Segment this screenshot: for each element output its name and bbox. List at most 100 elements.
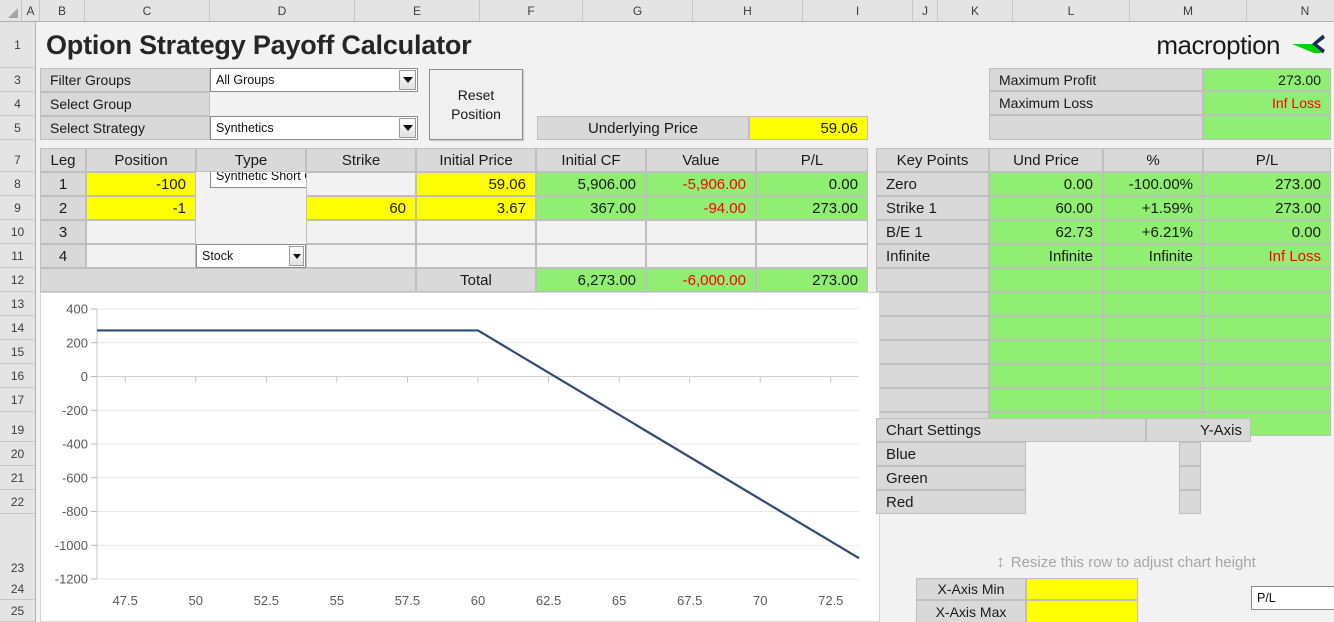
column-header-H[interactable]: H	[693, 0, 803, 21]
key-point-pct	[1103, 316, 1203, 340]
leg-position-input[interactable]: -100	[86, 172, 196, 196]
column-header-A[interactable]: A	[22, 0, 40, 21]
key-points-header-pl: P/L	[1203, 148, 1331, 172]
key-point-pct	[1103, 292, 1203, 316]
leg-pl: 273.00	[756, 196, 868, 220]
leg-type-dropdown[interactable]: Stock	[196, 244, 306, 268]
leg-initial-cf	[536, 220, 646, 244]
select-all-corner[interactable]	[0, 0, 22, 21]
chart-x-tick-label: 60	[471, 593, 485, 608]
key-point-pl	[1203, 292, 1331, 316]
row-header-14[interactable]: 14	[0, 316, 35, 340]
leg-value: -94.00	[646, 196, 756, 220]
row-header-13[interactable]: 13	[0, 292, 35, 316]
chart-x-tick-label: 50	[189, 593, 203, 608]
column-header-J[interactable]: J	[913, 0, 938, 21]
x-axis-min-input[interactable]	[1026, 578, 1138, 600]
row-header-9[interactable]: 9	[0, 196, 35, 220]
chart-settings-gap-blue	[1179, 442, 1201, 466]
chart-x-tick-label: 72.5	[818, 593, 843, 608]
key-point-und-price	[989, 364, 1103, 388]
leg-number: 1	[40, 172, 86, 196]
column-header-K[interactable]: K	[938, 0, 1013, 21]
row-header-1[interactable]: 1	[0, 22, 35, 68]
row-header-12[interactable]: 12	[0, 268, 35, 292]
reset-position-button[interactable]: Reset Position	[429, 69, 523, 140]
row-header-25[interactable]: 25	[0, 600, 35, 622]
row-header-24[interactable]: 24	[0, 578, 35, 600]
leg-initial-price-input[interactable]: 59.06	[416, 172, 536, 196]
key-points-header-pct: %	[1103, 148, 1203, 172]
chart-y-tick-label: -1000	[55, 538, 88, 553]
row-header-10[interactable]: 10	[0, 220, 35, 244]
column-header-F[interactable]: F	[480, 0, 583, 21]
row-header-4[interactable]: 4	[0, 92, 35, 116]
key-point-und-price: 0.00	[989, 172, 1103, 196]
column-header-L[interactable]: L	[1013, 0, 1130, 21]
brand-logo: macroption	[1156, 22, 1328, 68]
chart-y-tick-label: -1200	[55, 572, 88, 587]
chart-series-label-blue: Blue	[876, 442, 1026, 466]
chart-y-tick-label: -600	[62, 470, 88, 485]
key-point-pct: -100.00%	[1103, 172, 1203, 196]
reset-button-line2: Position	[451, 105, 501, 122]
chart-settings-gap-red	[1179, 490, 1201, 514]
row-header-22[interactable]: 22	[0, 490, 35, 514]
leg-pl: 0.00	[756, 172, 868, 196]
leg-initial-price-input[interactable]: 3.67	[416, 196, 536, 220]
column-header-E[interactable]: E	[355, 0, 480, 21]
leg-position-input[interactable]: -1	[86, 196, 196, 220]
y-axis-dropdown[interactable]: P/L	[1251, 586, 1334, 610]
filter-groups-value: All Groups	[216, 73, 275, 87]
chart-y-tick-label: -200	[62, 403, 88, 418]
underlying-price-input[interactable]: 59.06	[749, 116, 868, 140]
row-header-8[interactable]: 8	[0, 172, 35, 196]
column-header-I[interactable]: I	[803, 0, 913, 21]
row-header-11[interactable]: 11	[0, 244, 35, 268]
page-title: Option Strategy Payoff Calculator	[46, 29, 472, 60]
row-header-5[interactable]: 5	[0, 116, 35, 140]
x-axis-max-input[interactable]	[1026, 600, 1138, 622]
column-header-C[interactable]: C	[85, 0, 210, 21]
column-header-D[interactable]: D	[210, 0, 355, 21]
row-header-23[interactable]: 23	[0, 556, 35, 580]
row-header-19[interactable]: 19	[0, 418, 35, 442]
max-profit-label: Maximum Profit	[989, 68, 1203, 91]
column-header-M[interactable]: M	[1130, 0, 1247, 21]
chart-y-tick-label: 0	[81, 369, 88, 384]
row-header-17[interactable]: 17	[0, 388, 35, 412]
leg-position-input	[86, 220, 196, 244]
chevron-down-icon[interactable]	[399, 70, 416, 90]
leg-strike-input[interactable]: 60	[306, 196, 416, 220]
chevron-down-icon[interactable]	[399, 118, 416, 138]
row-header-16[interactable]: 16	[0, 364, 35, 388]
underlying-price-label: Underlying Price	[537, 116, 749, 140]
leg-initial-price-input	[416, 220, 536, 244]
chart-series-label-green: Green	[876, 466, 1026, 490]
row-header-3[interactable]: 3	[0, 68, 35, 92]
legs-total-pl: 273.00	[756, 268, 868, 292]
chart-settings-title-cell: Chart Settings	[876, 418, 1146, 442]
key-point-pct: +6.21%	[1103, 220, 1203, 244]
sheet-grid: Option Strategy Payoff Calculator macrop…	[36, 22, 1334, 622]
row-header-20[interactable]: 20	[0, 442, 35, 466]
select-group-dropdown[interactable]: Synthetics	[210, 116, 418, 140]
column-header-G[interactable]: G	[583, 0, 693, 21]
column-header-B[interactable]: B	[40, 0, 85, 21]
key-point-pct	[1103, 364, 1203, 388]
key-point-pct: Infinite	[1103, 244, 1203, 268]
row-header-21[interactable]: 21	[0, 466, 35, 490]
key-point-name	[876, 340, 989, 364]
chart-x-tick-label: 57.5	[395, 593, 420, 608]
filter-groups-dropdown[interactable]: All Groups	[210, 68, 418, 92]
key-point-und-price	[989, 340, 1103, 364]
chart-x-tick-label: 52.5	[254, 593, 279, 608]
leg-number: 3	[40, 220, 86, 244]
row-header-7[interactable]: 7	[0, 148, 35, 172]
column-header-N[interactable]: N	[1247, 0, 1334, 21]
leg-strike-input	[306, 220, 416, 244]
leg-value	[646, 244, 756, 268]
chart-y-tick-label: 200	[66, 335, 88, 350]
row-header-15[interactable]: 15	[0, 340, 35, 364]
chevron-down-icon[interactable]	[289, 246, 304, 266]
